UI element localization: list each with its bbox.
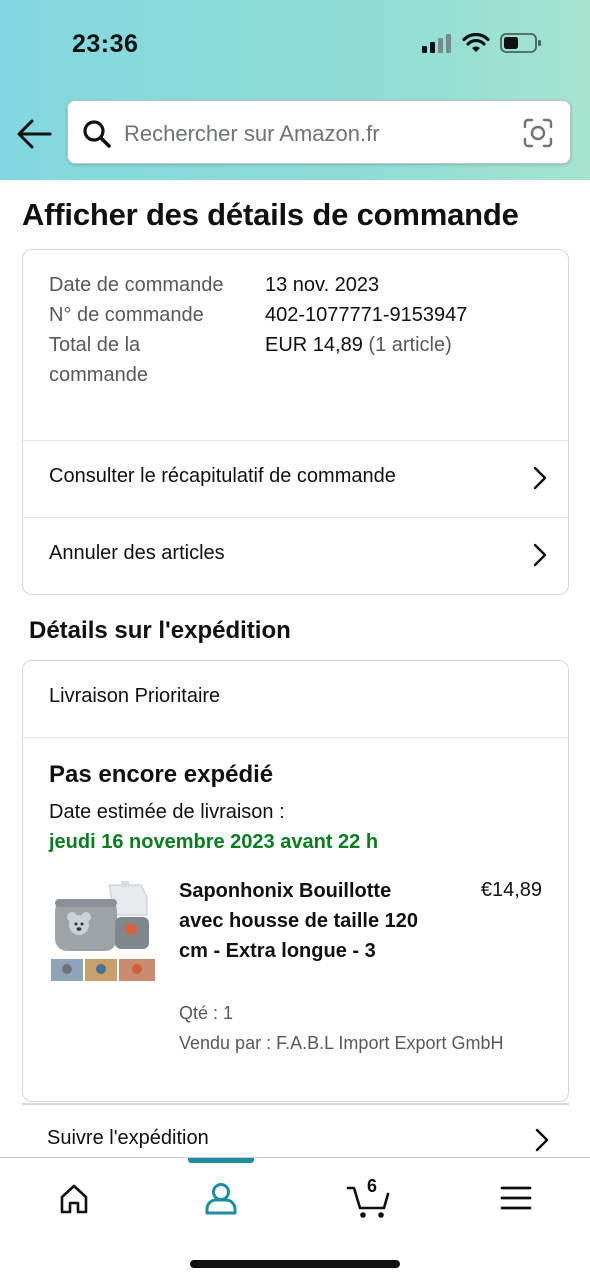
order-summary-link-label: Consulter le récapitulatif de commande	[49, 465, 396, 487]
chevron-right-icon	[535, 1128, 549, 1152]
product-name[interactable]: Saponhonix Bouillotte avec housse de tai…	[179, 876, 419, 966]
battery-icon	[500, 33, 541, 53]
product-price: €14,89	[480, 879, 542, 901]
order-total-row: Total de la commande EUR 14,89 (1 articl…	[49, 330, 452, 390]
track-shipment-label: Suivre l'expédition	[47, 1127, 209, 1149]
order-total-value: EUR 14,89	[265, 334, 363, 356]
app-header: 23:36 Rechercher sur Amazon.fr	[0, 0, 590, 180]
order-info: Date de commande 13 nov. 2023 N° de comm…	[49, 270, 467, 390]
track-shipment-link[interactable]: Suivre l'expédition	[0, 1105, 590, 1160]
chevron-right-icon	[533, 466, 547, 490]
wifi-icon	[462, 33, 490, 52]
delivery-estimate-label: Date estimée de livraison :	[49, 801, 285, 823]
signal-icon	[422, 34, 451, 53]
cancel-items-link[interactable]: Annuler des articles	[23, 518, 568, 594]
product-seller: Vendu par : F.A.B.L Import Export GmbH	[179, 1033, 504, 1053]
product-thumbnail[interactable]	[51, 879, 155, 983]
cart-count-badge: 6	[367, 1176, 378, 1196]
order-total-value-wrap: EUR 14,89 (1 article)	[265, 330, 452, 360]
search-icon	[83, 120, 111, 148]
chevron-right-icon	[533, 543, 547, 567]
shipping-method: Livraison Prioritaire	[49, 685, 221, 707]
back-arrow-icon[interactable]	[14, 116, 54, 152]
home-icon[interactable]	[44, 1176, 104, 1220]
order-date-label: Date de commande	[49, 274, 224, 296]
order-number-row: N° de commande 402-1077771-9153947	[49, 300, 467, 330]
page-title: Afficher des détails de commande	[22, 197, 519, 232]
home-indicator	[190, 1260, 400, 1268]
order-summary-card: Date de commande 13 nov. 2023 N° de comm…	[22, 249, 569, 595]
shipping-section-title: Détails sur l'expédition	[29, 617, 291, 644]
search-placeholder: Rechercher sur Amazon.fr	[124, 121, 380, 146]
active-tab-indicator	[188, 1158, 254, 1163]
menu-icon[interactable]	[486, 1176, 546, 1220]
cart-button[interactable]: 6	[340, 1176, 400, 1220]
cancel-items-link-label: Annuler des articles	[49, 542, 225, 564]
order-summary-link[interactable]: Consulter le récapitulatif de commande	[23, 441, 568, 517]
camera-scan-icon[interactable]	[523, 118, 553, 148]
status-time: 23:36	[72, 30, 139, 58]
order-number-label: N° de commande	[49, 304, 204, 326]
account-icon[interactable]	[191, 1176, 251, 1220]
delivery-estimate-date: jeudi 16 novembre 2023 avant 22 h	[49, 831, 379, 853]
search-bar[interactable]: Rechercher sur Amazon.fr	[67, 100, 571, 164]
divider	[23, 737, 568, 738]
status-icons	[422, 32, 542, 54]
order-item-count: (1 article)	[368, 334, 452, 356]
order-total-label: Total de la commande	[49, 334, 148, 386]
order-date-value: 13 nov. 2023	[265, 274, 380, 296]
shipment-card: Livraison Prioritaire Pas encore expédié…	[22, 660, 569, 1102]
product-quantity: Qté : 1	[179, 1003, 234, 1023]
shipment-status: Pas encore expédié	[49, 761, 274, 788]
order-date-row: Date de commande 13 nov. 2023	[49, 270, 379, 300]
order-number-value: 402-1077771-9153947	[265, 304, 468, 326]
